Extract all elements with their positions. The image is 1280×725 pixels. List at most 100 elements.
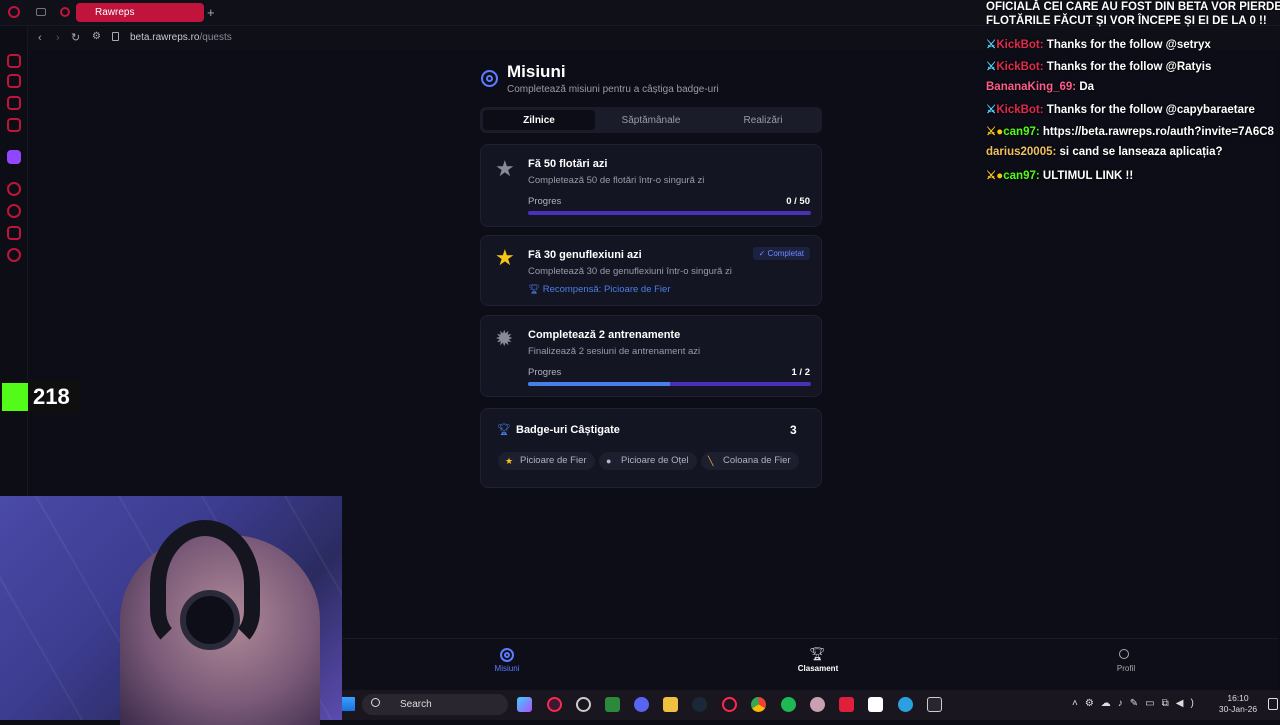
chat-text: Thanks for the follow @Ratyis [1046, 61, 1212, 73]
forward-icon[interactable]: › [56, 32, 60, 44]
tools-icon[interactable]: ⚙ [92, 31, 101, 42]
tab-weekly[interactable]: Săptămânale [595, 110, 707, 130]
chrome-icon[interactable] [751, 697, 766, 712]
progress-label: Progres [528, 196, 562, 207]
windows-start-icon[interactable] [341, 697, 355, 711]
taskbar-clock[interactable]: 16:10 30-Jan-26 [1212, 693, 1264, 715]
trophy-icon: 🏆︎ [497, 424, 511, 436]
completed-badge: ✓ Completat [752, 247, 810, 260]
chat-username: KickBot: [996, 39, 1044, 51]
chat-username: darius20005: [986, 146, 1057, 158]
app-icon[interactable] [810, 697, 825, 712]
taskbar-search[interactable]: Search [362, 694, 508, 715]
settings-icon[interactable] [7, 248, 21, 262]
chat-username: can97: [1003, 170, 1040, 182]
app-icon[interactable] [927, 697, 942, 712]
app-icon[interactable] [605, 697, 620, 712]
page-subtitle: Completează misiuni pentru a câștiga bad… [507, 84, 719, 95]
page-title: Misiuni [507, 62, 566, 81]
chat-message: BananaKing_69: Da [986, 81, 1094, 93]
telegram-icon[interactable] [898, 697, 913, 712]
chat-text: si cand se lanseaza aplicația? [1059, 146, 1223, 158]
chat-text: Thanks for the follow @setryx [1046, 39, 1211, 51]
tab-logo-icon [60, 7, 70, 17]
user-icon[interactable] [7, 74, 21, 88]
app-icon[interactable] [839, 697, 854, 712]
nav-profile[interactable]: Profil [1096, 664, 1156, 673]
mod-badge-icon: ⚔ [986, 104, 997, 116]
progress-bar [528, 211, 811, 215]
opera-icon[interactable] [547, 697, 562, 712]
medal-icon: ● [606, 456, 612, 466]
chat-text: ULTIMUL LINK !! [1042, 170, 1134, 182]
url-text[interactable]: beta.rawreps.ro/quests [130, 32, 232, 43]
bone-icon: ╲ [708, 456, 714, 466]
chat-message: ⚔KickBot: Thanks for the follow @Ratyis [986, 59, 1211, 73]
history-icon[interactable] [7, 204, 21, 218]
folder-icon[interactable] [663, 697, 678, 712]
tab-achievements[interactable]: Realizări [707, 110, 819, 130]
badge-label: Picioare de Oțel [621, 455, 689, 466]
chat-text: https://beta.rawreps.ro/auth?invite=7A6C… [1042, 126, 1274, 138]
obs-icon[interactable] [576, 697, 591, 712]
subscriber-badge-icon: ⚔● [986, 170, 1004, 182]
twitch-icon[interactable] [7, 150, 21, 164]
messenger-icon[interactable] [7, 96, 21, 110]
quest-card[interactable]: ★ Fă 50 flotări azi Completează 50 de fl… [480, 144, 822, 227]
browser-tab[interactable]: Rawreps [76, 3, 204, 22]
back-icon[interactable]: ‹ [38, 32, 42, 44]
trophy-icon[interactable]: 🏆︎ [809, 646, 826, 662]
quest-card[interactable]: ★ Fă 30 genuflexiuni azi ✓ Completat Com… [480, 235, 822, 306]
chat-message: ⚔●can97: https://beta.rawreps.ro/auth?in… [986, 124, 1274, 138]
user-icon[interactable] [1119, 649, 1129, 659]
quest-description: Finalizează 2 sesiuni de antrenament azi [528, 346, 701, 357]
badge-label: Coloana de Fier [723, 455, 791, 466]
badge-label: Picioare de Fier [520, 455, 587, 466]
reward-text: 🏆︎ Recompensă: Picioare de Fier [528, 284, 671, 295]
progress-bar [528, 382, 811, 386]
quest-description: Completează 50 de flotări într-o singură… [528, 175, 705, 186]
speed-dial-icon[interactable] [7, 54, 21, 68]
chat-announcement-line: FLOTĂRILE FĂCUT ȘI VOR ÎNCEPE ȘI EI DE L… [986, 15, 1267, 27]
subscriber-badge-icon: ⚔● [986, 126, 1004, 138]
player-icon[interactable] [7, 182, 21, 196]
chat-username: KickBot: [996, 61, 1044, 73]
clock-time: 16:10 [1227, 693, 1249, 703]
progress-label: Progres [528, 367, 562, 378]
chat-text: Thanks for the follow @capybaraetare [1046, 104, 1255, 116]
new-tab-button[interactable]: + [207, 5, 215, 20]
aria-icon[interactable] [7, 118, 21, 132]
nav-leaderboard[interactable]: Clasament [788, 664, 848, 673]
badges-card: 🏆︎ Badge-uri Câștigate 3 ★ Picioare de Fi… [480, 408, 822, 488]
mod-badge-icon: ⚔ [986, 61, 997, 73]
copilot-icon[interactable] [517, 697, 532, 712]
quest-card[interactable]: ✹ Completează 2 antrenamente Finalizează… [480, 315, 822, 397]
capcut-icon[interactable] [868, 697, 883, 712]
opera-logo-icon[interactable] [8, 6, 20, 18]
badge-chip[interactable]: ★ Picioare de Fier [498, 452, 595, 470]
viewer-count: 218 [33, 384, 70, 409]
chat-announcement-line: OFICIALĂ CEI CARE AU FOST DIN BETA VOR P… [986, 1, 1280, 13]
chat-username: KickBot: [996, 104, 1044, 116]
target-icon[interactable] [500, 648, 514, 662]
reload-icon[interactable]: ↻ [71, 31, 80, 44]
chat-message: ⚔●can97: ULTIMUL LINK !! [986, 168, 1133, 182]
stream-chat-overlay: OFICIALĂ CEI CARE AU FOST DIN BETA VOR P… [986, 0, 1280, 190]
badges-title: Badge-uri Câștigate [516, 424, 620, 436]
discord-icon[interactable] [634, 697, 649, 712]
reward-label: Recompensă: Picioare de Fier [542, 284, 671, 295]
steam-icon[interactable] [692, 697, 707, 712]
tab-daily[interactable]: Zilnice [483, 110, 595, 130]
spotify-icon[interactable] [781, 697, 796, 712]
quest-title: Fă 30 genuflexiuni azi [528, 249, 642, 261]
notifications-icon[interactable] [1268, 698, 1278, 710]
opera-gx-icon[interactable] [722, 697, 737, 712]
trophy-icon: 🏆︎ [528, 284, 543, 295]
tray-icons[interactable]: ˄⚙☁♪✎▭⧉◀) [1072, 698, 1201, 709]
star-icon: ★ [495, 245, 515, 270]
chat-icon[interactable] [7, 226, 21, 240]
workspaces-icon[interactable] [36, 8, 46, 16]
badge-chip[interactable]: ● Picioare de Oțel [599, 452, 697, 470]
badge-chip[interactable]: ╲ Coloana de Fier [701, 452, 799, 470]
nav-quests[interactable]: Misiuni [477, 664, 537, 673]
